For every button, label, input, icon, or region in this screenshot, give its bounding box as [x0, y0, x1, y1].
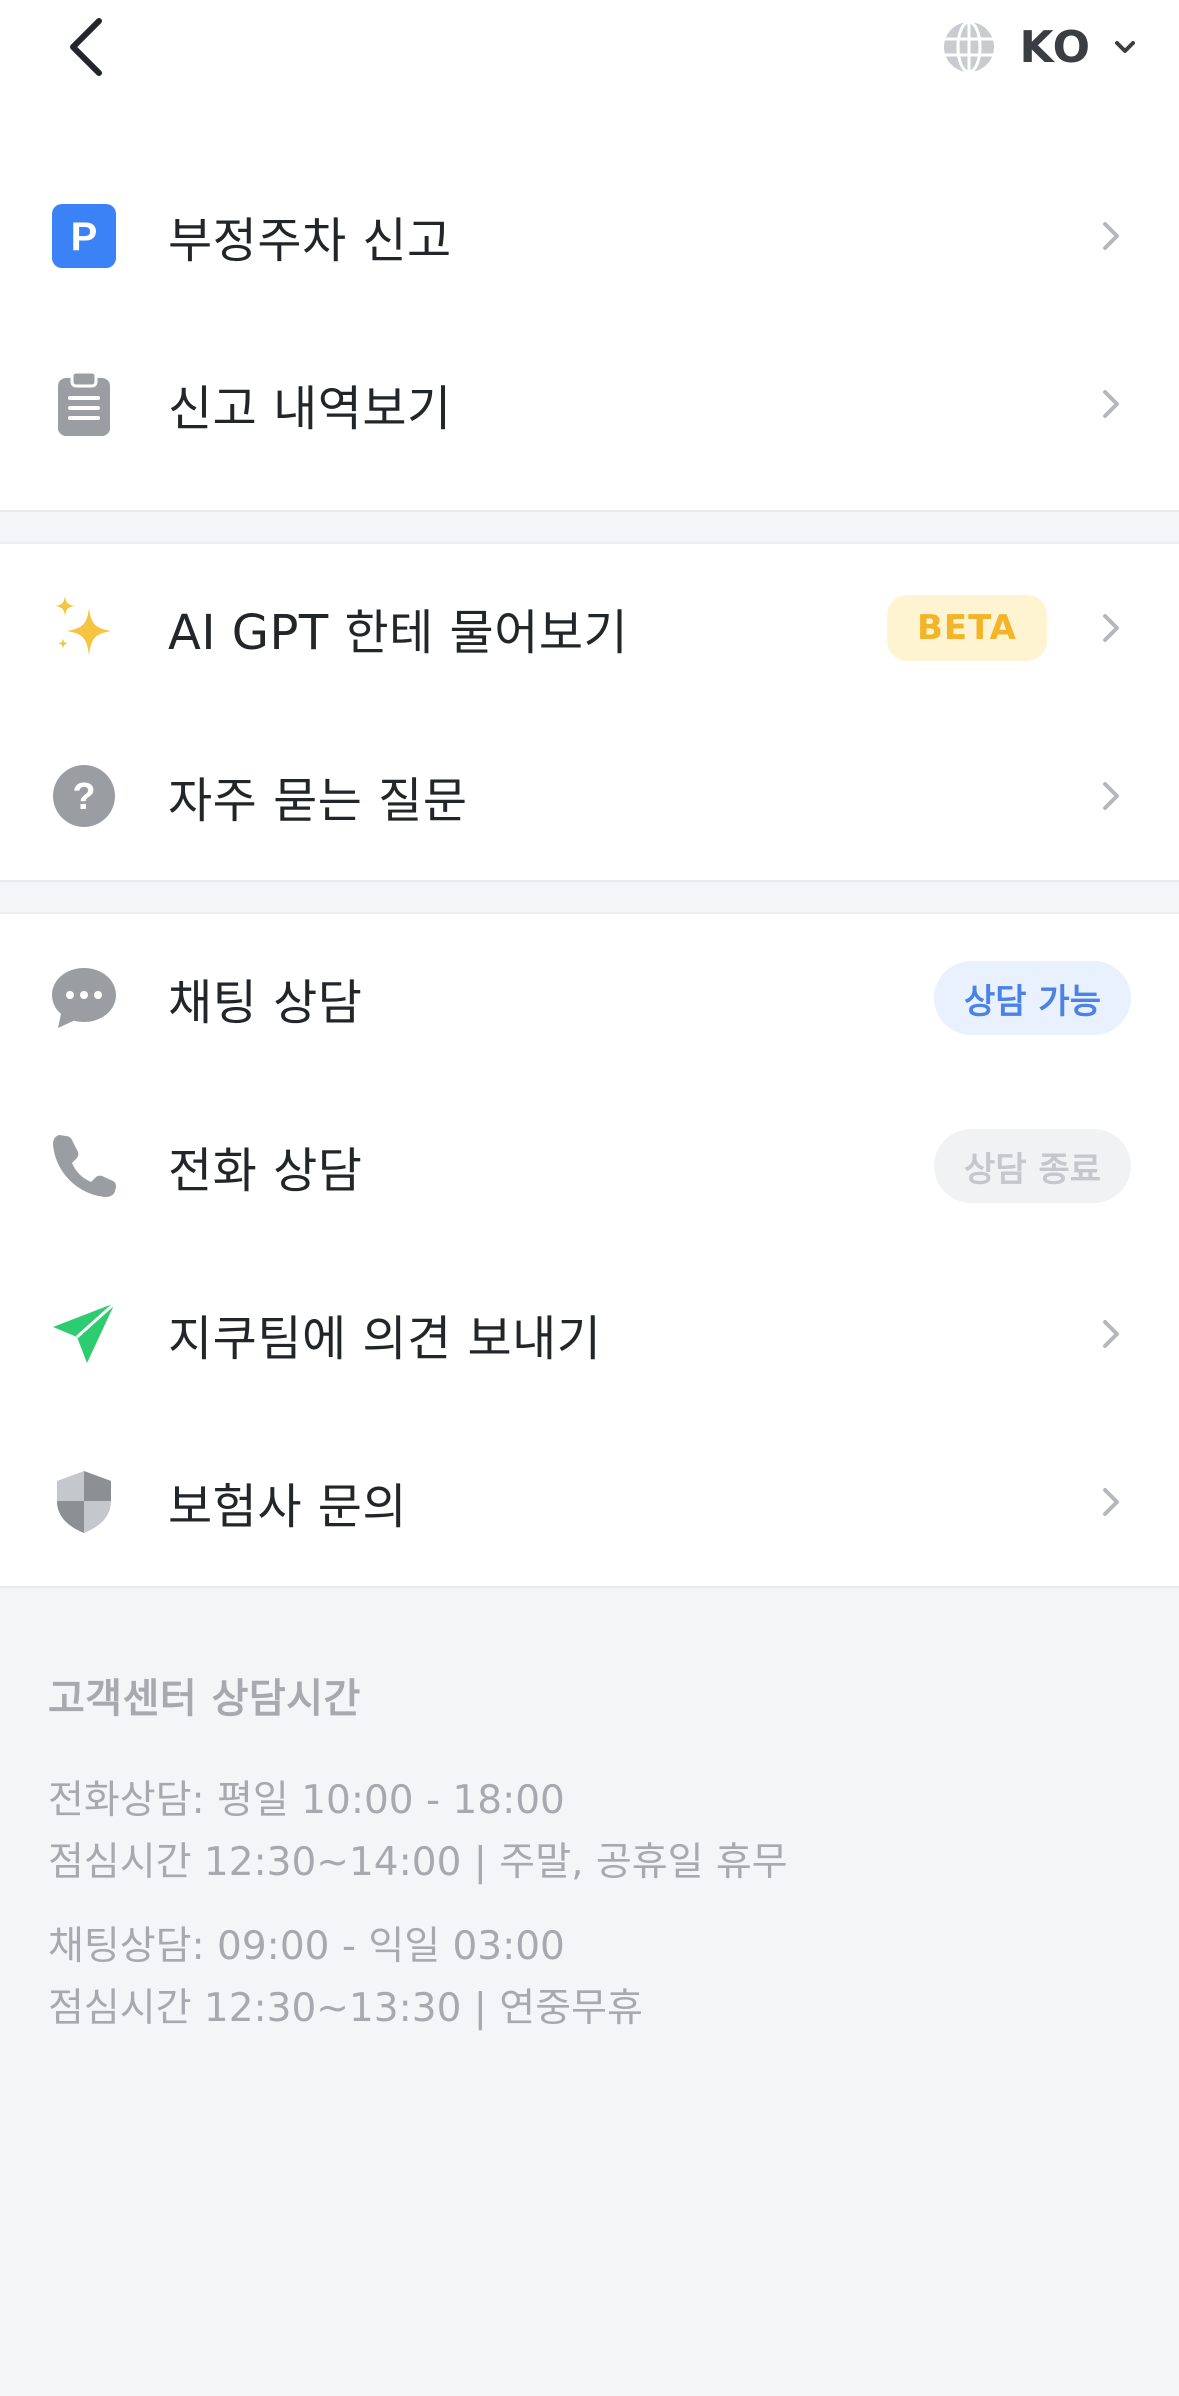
question-circle-icon: ? — [53, 765, 115, 827]
chevron-right-icon — [1103, 1320, 1119, 1348]
phone-consult-label: 전화 상담 — [168, 1143, 363, 1199]
chevron-right-icon — [1103, 222, 1119, 250]
phone-lunch-line: 점심시간 12:30~14:00 | 주말, 공휴일 휴무 — [48, 1840, 788, 1885]
menu-item-feedback[interactable]: 지쿠팀에 의견 보내기 — [0, 1250, 1179, 1418]
chat-lunch-line: 점심시간 12:30~13:30 | 연중무휴 — [48, 1986, 643, 2031]
clipboard-icon-wrap — [50, 370, 118, 438]
support-hours-title: 고객센터 상담시간 — [48, 1676, 361, 1722]
phone-status-badge: 상담 종료 — [934, 1129, 1131, 1203]
sparkle-icon — [55, 596, 111, 656]
parking-icon: P — [52, 204, 116, 268]
menu-item-ai-gpt[interactable]: AI GPT 한테 물어보기 BETA — [0, 544, 1179, 712]
chat-bubble-icon — [52, 968, 116, 1028]
parking-report-label: 부정주차 신고 — [168, 213, 452, 269]
chat-status-badge: 상담 가능 — [934, 961, 1131, 1035]
menu-item-faq[interactable]: ? 자주 묻는 질문 — [0, 712, 1179, 880]
chat-hours-line: 채팅상담: 09:00 - 익일 03:00 — [48, 1924, 565, 1969]
phone-hours-block: 전화상담: 평일 10:00 - 18:00 점심시간 12:30~14:00 … — [48, 1770, 1179, 1894]
language-selector[interactable]: KO — [941, 12, 1139, 82]
send-icon-wrap — [50, 1300, 118, 1368]
support-hours-info: 고객센터 상담시간 전화상담: 평일 10:00 - 18:00 점심시간 12… — [0, 1588, 1179, 2040]
contact-section: 채팅 상담 상담 가능 전화 상담 상담 종료 지쿠팀에 의견 보내기 보험사 … — [0, 912, 1179, 1588]
header: KO — [0, 0, 1179, 96]
chat-consult-label: 채팅 상담 — [168, 975, 363, 1031]
chat-icon-wrap — [50, 964, 118, 1032]
report-history-label: 신고 내역보기 — [168, 381, 452, 437]
ai-gpt-label: AI GPT 한테 물어보기 — [168, 605, 629, 661]
chevron-down-icon — [1115, 41, 1135, 53]
back-arrow-icon — [70, 18, 102, 76]
phone-icon-wrap — [50, 1132, 118, 1200]
menu-item-parking-report[interactable]: P 부정주차 신고 — [0, 152, 1179, 320]
back-button[interactable] — [50, 12, 120, 82]
clipboard-icon — [58, 372, 110, 436]
menu-item-insurance[interactable]: 보험사 문의 — [0, 1418, 1179, 1586]
svg-text:P: P — [71, 215, 98, 259]
chevron-right-icon — [1103, 390, 1119, 418]
menu-item-report-history[interactable]: 신고 내역보기 — [0, 320, 1179, 488]
beta-badge: BETA — [886, 595, 1047, 661]
sparkle-icon-wrap — [50, 594, 118, 662]
svg-text:?: ? — [72, 776, 95, 818]
menu-item-phone-consult[interactable]: 전화 상담 상담 종료 — [0, 1082, 1179, 1250]
language-label: KO — [1019, 21, 1091, 73]
chat-hours-block: 채팅상담: 09:00 - 익일 03:00 점심시간 12:30~13:30 … — [48, 1916, 1179, 2040]
menu-item-chat-consult[interactable]: 채팅 상담 상담 가능 — [0, 914, 1179, 1082]
insurance-label: 보험사 문의 — [168, 1479, 408, 1535]
globe-icon — [944, 20, 995, 74]
phone-icon — [53, 1135, 116, 1197]
chevron-right-icon — [1103, 614, 1119, 642]
report-section: P 부정주차 신고 신고 내역보기 — [0, 96, 1179, 512]
shield-icon-wrap — [50, 1468, 118, 1536]
faq-label: 자주 묻는 질문 — [168, 773, 468, 829]
chevron-right-icon — [1103, 1488, 1119, 1516]
parking-icon-wrap: P — [50, 202, 118, 270]
help-section: AI GPT 한테 물어보기 BETA ? 자주 묻는 질문 — [0, 542, 1179, 882]
customer-support-page: KO P 부정주차 신고 신고 내역보기 AI GPT 한테 물어보기 BETA… — [0, 0, 1179, 2396]
chevron-right-icon — [1103, 782, 1119, 810]
question-icon-wrap: ? — [50, 762, 118, 830]
shield-icon — [57, 1471, 111, 1533]
feedback-label: 지쿠팀에 의견 보내기 — [168, 1311, 602, 1367]
phone-hours-line: 전화상담: 평일 10:00 - 18:00 — [48, 1778, 565, 1823]
send-icon — [53, 1301, 117, 1363]
